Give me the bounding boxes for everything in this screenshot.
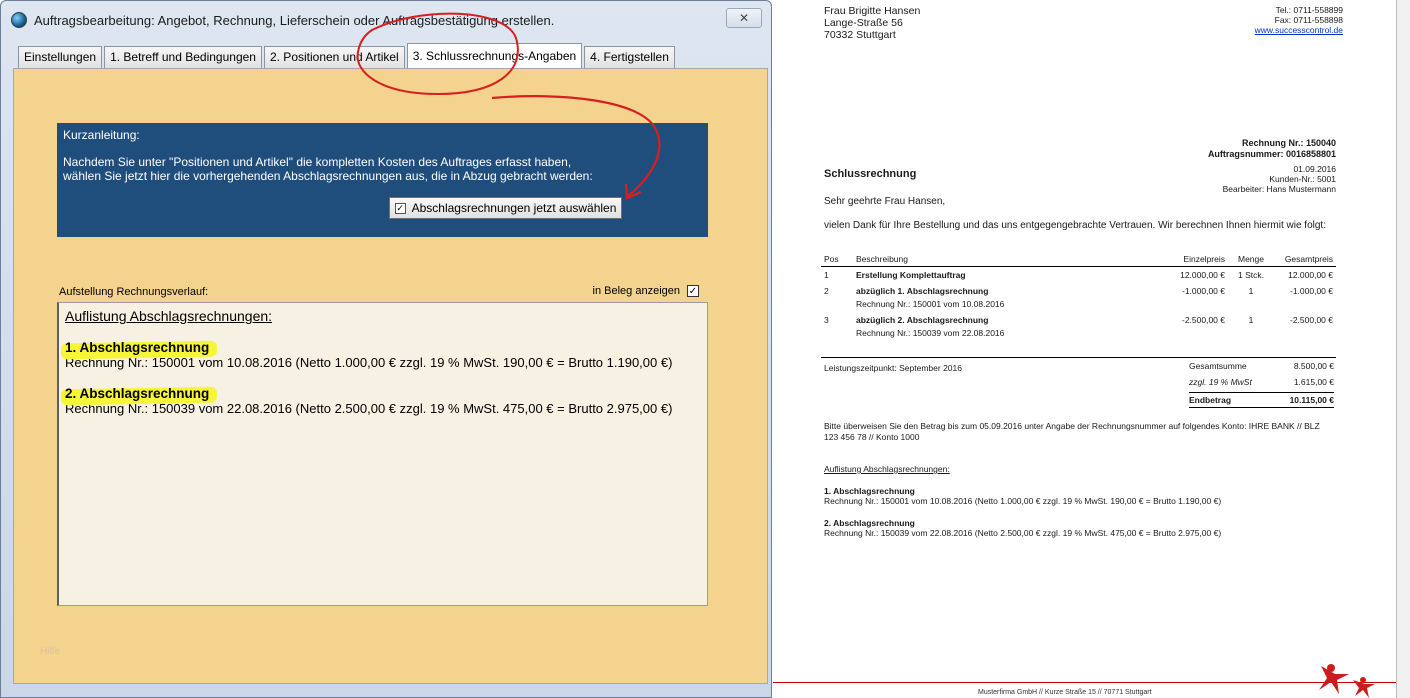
partial-invoices-heading: Auflistung Abschlagsrechnungen: [824,464,950,474]
partial-invoice-entry: 2. Abschlagsrechnung Rechnung Nr.: 15003… [824,518,1222,538]
total-sum-row: Gesamtsumme 8.500,00 € [1189,361,1334,371]
select-partial-invoices-button[interactable]: ✓ Abschlagsrechnungen jetzt auswählen [389,197,622,219]
tab-panel: Kurzanleitung: Nachdem Sie unter "Positi… [13,68,768,684]
tab-betreff-bedingungen[interactable]: 1. Betreff und Bedingungen [104,46,262,68]
col-description: Beschreibung [853,252,1148,267]
quick-guide-box: Kurzanleitung: Nachdem Sie unter "Positi… [57,123,708,237]
footer-divider [773,682,1396,683]
help-label: Hilfe [40,646,61,657]
checkmark-icon: ✓ [394,202,406,214]
totals-block: Leistungszeitpunkt: September 2016 Gesam… [821,357,1336,408]
quick-guide-line-2: wählen Sie jetzt hier die vorhergehenden… [63,169,593,183]
tab-positionen-artikel[interactable]: 2. Positionen und Artikel [263,46,405,68]
document-scrollbar[interactable] [1396,0,1410,698]
intro-text: vielen Dank für Ihre Bestellung und das … [824,220,1326,231]
contact-block: Tel.: 0711-558899 Fax: 0711-558898 www.s… [1254,5,1343,35]
app-window: Auftragsbearbeitung: Angebot, Rechnung, … [0,0,772,698]
quick-guide-title: Kurzanleitung: [63,128,140,142]
close-button[interactable]: ✕ [726,8,762,28]
document-meta: 01.09.2016 Kunden-Nr.: 5001 Bearbeiter: … [1222,164,1336,194]
greeting: Sehr geehrte Frau Hansen, [824,196,946,207]
show-in-doc-checkbox[interactable]: ✓ [687,285,699,297]
app-icon [11,12,27,28]
col-pos: Pos [821,252,853,267]
show-in-doc-label: in Beleg anzeigen [592,285,680,297]
partial-invoice-entry: 1. Abschlagsrechnung Rechnung Nr.: 15000… [824,486,1222,506]
recipient-address: Frau Brigitte Hansen Lange-Straße 56 703… [824,5,921,41]
table-row: 1 Erstellung Komplettauftrag 12.000,00 €… [824,270,1333,280]
company-logo-icon [1319,664,1375,698]
end-amount-row: Endbetrag 10.115,00 € [1189,392,1334,408]
history-heading: Auflistung Abschlagsrechnungen: [65,308,273,324]
history-item-title: 2. Abschlagsrechnung [60,386,218,406]
tab-schlussrechnungs-angaben[interactable]: 3. Schlussrechnungs-Angaben [406,43,583,69]
service-period: Leistungszeitpunkt: September 2016 [824,363,962,373]
tab-strip: Einstellungen 1. Betreff und Bedingungen… [18,43,677,69]
history-text-area[interactable]: Auflistung Abschlagsrechnungen: 1. Absch… [57,302,708,606]
payment-instructions: Bitte überweisen Sie den Betrag bis zum … [824,421,1320,442]
invoice-table: Pos Beschreibung Einzelpreis Menge Gesam… [821,252,1336,341]
tab-fertigstellen[interactable]: 4. Fertigstellen [584,46,675,68]
vat-row: zzgl. 19 % MwSt 1.615,00 € [1189,377,1334,387]
table-row: 3 abzüglich 2. Abschlagsrechnung Rechnung… [824,315,1333,338]
footer-text: Musterfirma GmbH // Kurze Straße 15 // 7… [978,689,1152,696]
document-heading: Schlussrechnung [824,168,917,180]
invoice-document: Frau Brigitte Hansen Lange-Straße 56 703… [773,0,1396,698]
col-total: Gesamtpreis [1274,252,1336,267]
show-in-doc-toggle[interactable]: in Beleg anzeigen ✓ [593,285,699,297]
invoice-numbers: Rechnung Nr.: 150040 Auftragsnummer: 001… [1207,138,1336,159]
tab-einstellungen[interactable]: Einstellungen [18,46,103,68]
col-unit-price: Einzelpreis [1148,252,1228,267]
table-row: 2 abzüglich 1. Abschlagsrechnung Rechnung… [824,286,1333,309]
select-partial-invoices-label: Abschlagsrechnungen jetzt auswählen [411,201,617,215]
website-link[interactable]: www.successcontrol.de [1255,25,1343,35]
quick-guide-line-1: Nachdem Sie unter "Positionen und Artike… [63,155,572,169]
title-bar[interactable]: Auftragsbearbeitung: Angebot, Rechnung, … [1,1,771,39]
window-title: Auftragsbearbeitung: Angebot, Rechnung, … [34,12,555,28]
col-quantity: Menge [1228,252,1274,267]
history-label: Aufstellung Rechnungsverlauf: [59,286,209,298]
history-item-title: 1. Abschlagsrechnung [60,340,218,360]
